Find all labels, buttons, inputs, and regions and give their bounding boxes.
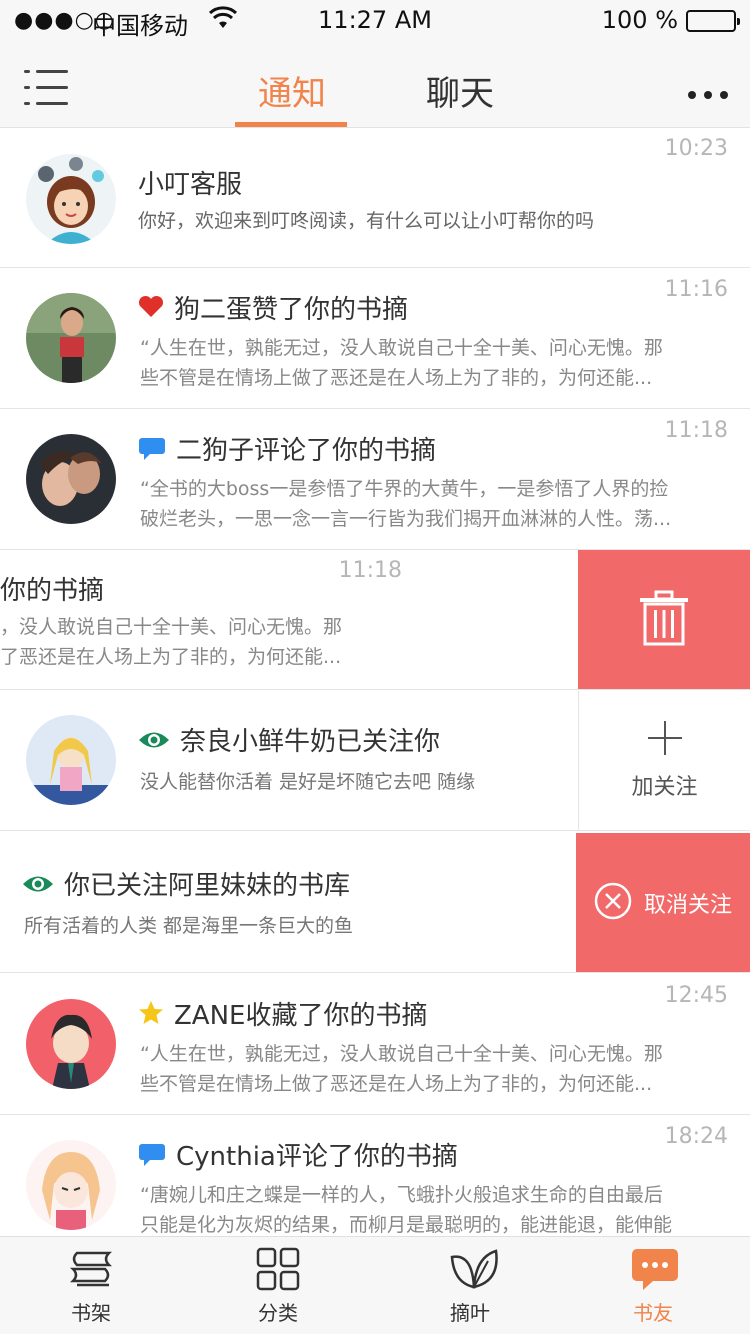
item-desc: “人生在世，孰能无过，没人敢说自己十全十美、问心无愧。那 些不管是在情场上做了恶还… (140, 1043, 663, 1095)
item-desc: ，没人敢说自己十全十美、问心无愧。那 了恶还是在人场上为了非的，为何还能... (0, 616, 343, 668)
swiped-content: 你已关注阿里妹妹的书库 所有活着的人类 都是海里一条巨大的鱼 (0, 833, 576, 972)
comment-icon (138, 436, 166, 467)
item-title: 狗二蛋赞了你的书摘 (138, 289, 408, 326)
grid-icon (256, 1247, 300, 1291)
avatar (26, 715, 116, 805)
item-time: 18:24 (664, 1124, 728, 1149)
list-item-follow[interactable]: 奈良小鲜牛奶已关注你 没人能替你活着 是好是坏随它去吧 随缘 加关注 (0, 691, 750, 831)
unfollow-label: 取消关注 (643, 892, 732, 918)
item-desc: “人生在世，孰能无过，没人敢说自己十全十美、问心无愧。那 些不管是在情场上做了恶还… (140, 337, 663, 389)
list-item[interactable]: 小叮客服 你好，欢迎来到叮咚阅读，有什么可以让小叮帮你的吗 10:23 (0, 128, 750, 268)
tab-leaves[interactable]: 摘叶 (415, 1237, 525, 1334)
avatar (26, 434, 116, 524)
add-follow-button[interactable]: 加关注 (578, 691, 750, 830)
eye-icon (138, 728, 170, 758)
item-time: 10:23 (664, 136, 728, 161)
list-item[interactable]: ZANE收藏了你的书摘 “人生在世，孰能无过，没人敢说自己十全十美、问心无愧。那… (0, 975, 750, 1115)
avatar (26, 999, 116, 1089)
list-item[interactable]: Cynthia评论了你的书摘 “唐婉儿和庄之蝶是一样的人，飞蛾扑火般追求生命的自… (0, 1116, 750, 1236)
item-time: 11:18 (664, 418, 728, 443)
status-bar: ●●●○○ 中国移动 11:27 AM 100 % (0, 0, 750, 40)
nav-bar: 通知 聊天 (0, 40, 750, 128)
tab-notify[interactable]: 通知 (258, 66, 326, 115)
item-desc: 你好，欢迎来到叮咚阅读，有什么可以让小叮帮你的吗 (138, 210, 595, 232)
item-title: 你的书摘 (0, 576, 105, 606)
comment-icon (138, 1142, 166, 1173)
bottom-tab-bar: 书架 分类 摘叶 书友 (0, 1236, 750, 1334)
plus-icon (647, 720, 682, 759)
active-tab-indicator (235, 122, 347, 127)
list-item[interactable]: 二狗子评论了你的书摘 “全书的大boss一是参悟了牛界的大黄牛，一是参悟了人界的… (0, 410, 750, 550)
item-title: ZANE收藏了你的书摘 (138, 995, 427, 1033)
battery-percent: 100 % (601, 6, 678, 34)
battery-icon (686, 10, 740, 32)
item-title: 二狗子评论了你的书摘 (138, 430, 436, 467)
item-title: 你已关注阿里妹妹的书库 (22, 865, 350, 902)
leaf-icon (448, 1247, 498, 1291)
swiped-content: 你的书摘 ，没人敢说自己十全十美、问心无愧。那 了恶还是在人场上为了非的，为何还能… (0, 550, 578, 689)
heart-icon (138, 295, 164, 326)
list-item-swiped[interactable]: 你的书摘 ，没人敢说自己十全十美、问心无愧。那 了恶还是在人场上为了非的，为何还能… (0, 550, 750, 690)
delete-button[interactable] (578, 550, 750, 689)
tab-category[interactable]: 分类 (223, 1237, 333, 1334)
item-desc: 没人能替你活着 是好是坏随它去吧 随缘 (140, 771, 476, 793)
tab-bookshelf[interactable]: 书架 (36, 1237, 146, 1334)
item-desc: 所有活着的人类 都是海里一条巨大的鱼 (24, 915, 354, 937)
list-item[interactable]: 狗二蛋赞了你的书摘 “人生在世，孰能无过，没人敢说自己十全十美、问心无愧。那 些不… (0, 269, 750, 409)
tab-chat[interactable]: 聊天 (426, 66, 494, 115)
bookshelf-icon (69, 1247, 113, 1291)
menu-icon[interactable] (24, 70, 68, 108)
eye-icon (22, 872, 54, 902)
item-title: 奈良小鲜牛奶已关注你 (138, 721, 440, 758)
item-time: 12:45 (664, 983, 728, 1008)
swiped-content: 奈良小鲜牛奶已关注你 没人能替你活着 是好是坏随它去吧 随缘 (0, 691, 578, 830)
tab-friends[interactable]: 书友 (598, 1237, 708, 1334)
list-item-followed[interactable]: 你已关注阿里妹妹的书库 所有活着的人类 都是海里一条巨大的鱼 取消关注 (0, 833, 750, 973)
item-title: 小叮客服 (138, 170, 243, 200)
notification-list: 小叮客服 你好，欢迎来到叮咚阅读，有什么可以让小叮帮你的吗 10:23 狗二蛋赞… (0, 128, 750, 1236)
star-icon (138, 1000, 164, 1033)
item-title: Cynthia评论了你的书摘 (138, 1136, 458, 1173)
add-follow-label: 加关注 (631, 774, 698, 800)
item-desc: “全书的大boss一是参悟了牛界的大黄牛，一是参悟了人界的捡 破烂老头，一思一念一… (140, 478, 672, 530)
unfollow-button[interactable]: 取消关注 (576, 833, 750, 972)
trash-icon (638, 590, 690, 650)
avatar (26, 154, 116, 244)
more-icon[interactable] (680, 84, 728, 103)
chat-bubble-icon (631, 1247, 678, 1291)
item-desc: “唐婉儿和庄之蝶是一样的人，飞蛾扑火般追求生命的自由最后 只能是化为灰烬的结果，而… (140, 1184, 673, 1236)
avatar (26, 1140, 116, 1230)
avatar (26, 293, 116, 383)
item-time: 11:18 (338, 558, 402, 583)
close-circle-icon (594, 882, 632, 924)
item-time: 11:16 (664, 277, 728, 302)
